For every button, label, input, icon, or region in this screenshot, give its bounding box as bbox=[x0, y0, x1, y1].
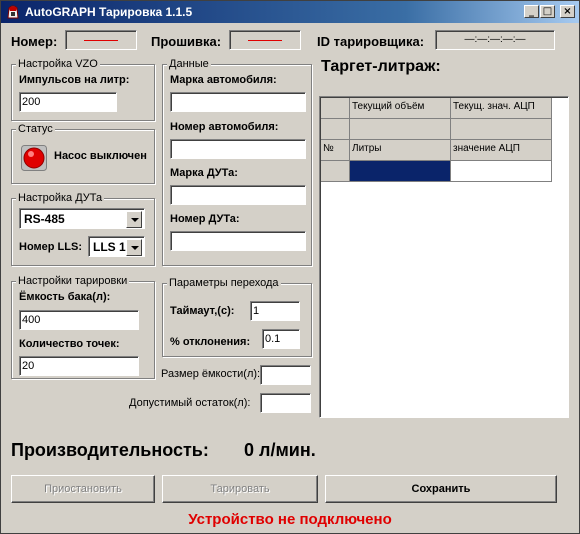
pump-status-indicator-icon bbox=[21, 145, 47, 171]
lls-select-value: LLS 1 bbox=[93, 240, 126, 254]
vzo-group: Настройка VZO Импульсов на литр: bbox=[11, 58, 155, 121]
app-logo-icon bbox=[7, 5, 19, 19]
vzo-caption: Настройка VZO bbox=[16, 58, 100, 70]
chevron-down-icon[interactable] bbox=[126, 211, 142, 228]
capacity-label: Ёмкость бака(л): bbox=[19, 291, 111, 303]
tank-size-input[interactable] bbox=[260, 365, 311, 385]
performance-value: 0 л/мин. bbox=[244, 440, 316, 460]
target-grid[interactable]: Текущий объём Текущ. знач. АЦП № Литры з… bbox=[319, 96, 569, 418]
device-number-field bbox=[65, 30, 137, 50]
remainder-label: Допустимый остаток(л): bbox=[129, 397, 251, 409]
grid-corner-cell bbox=[321, 98, 350, 119]
interface-select-value: RS-485 bbox=[24, 212, 65, 226]
connection-status-text: Устройство не подключено bbox=[188, 511, 392, 528]
current-volume-header: Текущий объём bbox=[350, 98, 451, 119]
interface-select[interactable]: RS-485 bbox=[19, 208, 145, 229]
empty-value-dash bbox=[84, 40, 118, 41]
dut-brand-label: Марка ДУТа: bbox=[170, 167, 238, 179]
save-button[interactable]: Сохранить bbox=[325, 475, 557, 503]
maximize-button[interactable]: □ bbox=[540, 5, 555, 18]
column-header-adc: значение АЦП bbox=[451, 140, 552, 161]
car-brand-label: Марка автомобиля: bbox=[170, 74, 277, 86]
capacity-input[interactable] bbox=[19, 310, 139, 330]
car-number-input[interactable] bbox=[170, 139, 306, 159]
calibration-settings-caption: Настройки тарировки bbox=[16, 275, 130, 287]
dut-settings-group: Настройка ДУТа RS-485 Номер LLS: LLS 1 bbox=[11, 192, 155, 266]
deviation-label: % отклонения: bbox=[170, 336, 251, 348]
car-number-label: Номер автомобиля: bbox=[170, 121, 279, 133]
transition-params-caption: Параметры перехода bbox=[167, 277, 281, 289]
table-cell-adc[interactable] bbox=[451, 161, 552, 182]
pulses-input[interactable] bbox=[19, 92, 117, 112]
target-title: Таргет-литраж: bbox=[321, 58, 441, 75]
dut-settings-caption: Настройка ДУТа bbox=[16, 192, 105, 204]
tank-size-label: Размер ёмкости(л): bbox=[161, 368, 261, 380]
column-header-number: № bbox=[321, 140, 350, 161]
minimize-button[interactable]: _ bbox=[524, 5, 539, 18]
dut-number-input[interactable] bbox=[170, 231, 306, 251]
current-adc-header: Текущ. знач. АЦП bbox=[451, 98, 552, 119]
deviation-input[interactable] bbox=[262, 329, 300, 349]
tar-id-label: ID тарировщика: bbox=[317, 34, 425, 49]
remainder-input[interactable] bbox=[260, 393, 311, 413]
transition-params-group: Параметры перехода Таймаут,(с): % отклон… bbox=[162, 277, 312, 357]
points-input[interactable] bbox=[19, 356, 139, 376]
current-adc-cell bbox=[451, 119, 552, 140]
points-label: Количество точек: bbox=[19, 338, 120, 350]
calibration-settings-group: Настройки тарировки Ёмкость бака(л): Кол… bbox=[11, 275, 155, 379]
timeout-input[interactable] bbox=[250, 301, 300, 321]
pause-button[interactable]: Приостановить bbox=[11, 475, 155, 503]
close-button[interactable]: × bbox=[560, 5, 575, 18]
firmware-label: Прошивка: bbox=[151, 34, 222, 49]
dut-brand-input[interactable] bbox=[170, 185, 306, 205]
timeout-label: Таймаут,(с): bbox=[170, 305, 235, 317]
data-group: Данные Марка автомобиля: Номер автомобил… bbox=[162, 58, 312, 266]
window-title: AutoGRAPH Тарировка 1.1.5 bbox=[25, 5, 193, 19]
column-header-liters: Литры bbox=[350, 140, 451, 161]
status-group: Статус Насос выключен bbox=[11, 123, 155, 184]
pump-status-text: Насос выключен bbox=[54, 150, 147, 162]
table-cell-liters[interactable] bbox=[350, 161, 451, 182]
grid-row-header bbox=[321, 119, 350, 140]
tar-id-field: —:—:—:—:— bbox=[435, 30, 555, 50]
pulses-label: Импульсов на литр: bbox=[19, 74, 130, 86]
device-number-label: Номер: bbox=[11, 34, 58, 49]
empty-value-dash bbox=[248, 40, 282, 41]
main-window: AutoGRAPH Тарировка 1.1.5 _ □ × Номер: П… bbox=[0, 0, 580, 534]
lls-label: Номер LLS: bbox=[19, 241, 82, 253]
chevron-down-icon[interactable] bbox=[126, 239, 142, 256]
status-caption: Статус bbox=[16, 123, 55, 135]
lls-select[interactable]: LLS 1 bbox=[88, 236, 145, 257]
dut-number-label: Номер ДУТа: bbox=[170, 213, 240, 225]
table-row-header[interactable] bbox=[321, 161, 350, 182]
title-bar: AutoGRAPH Тарировка 1.1.5 _ □ × bbox=[1, 1, 579, 23]
current-volume-cell bbox=[350, 119, 451, 140]
performance-label: Производительность: bbox=[11, 440, 209, 460]
firmware-field bbox=[229, 30, 301, 50]
car-brand-input[interactable] bbox=[170, 92, 306, 112]
calibrate-button[interactable]: Тарировать bbox=[162, 475, 318, 503]
data-caption: Данные bbox=[167, 58, 211, 70]
